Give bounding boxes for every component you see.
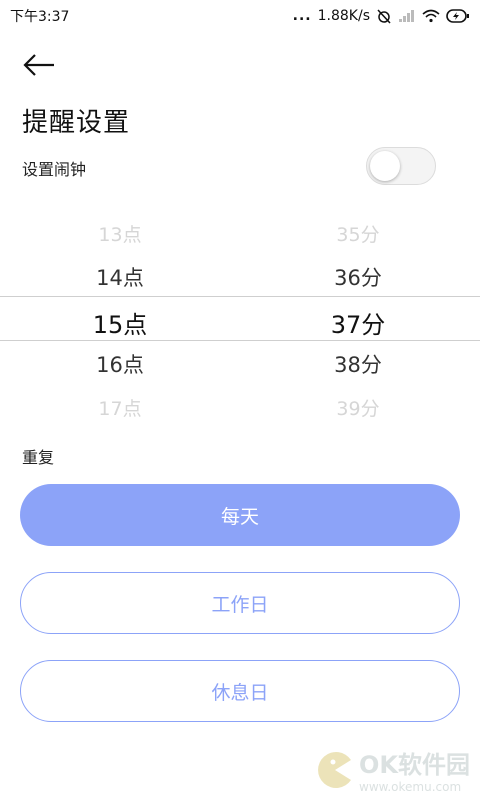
alarm-toggle[interactable]: [366, 147, 436, 185]
wifi-icon: [422, 9, 440, 23]
status-time: 下午3:37: [10, 9, 70, 25]
minute-item[interactable]: 39分: [258, 394, 458, 421]
alarm-label: 设置闹钟: [22, 160, 87, 179]
status-dots: ...: [292, 8, 312, 24]
repeat-option-weekends[interactable]: 休息日: [20, 660, 460, 722]
time-picker[interactable]: 13点 14点 15点 16点 17点 35分 36分 37分 38分 39分: [0, 212, 480, 426]
back-button[interactable]: [22, 48, 62, 82]
hour-item[interactable]: 14点: [20, 262, 220, 292]
watermark: OK软件园 www.okemu.com: [315, 745, 470, 794]
minute-item[interactable]: 36分: [258, 262, 458, 292]
repeat-option-daily[interactable]: 每天: [20, 484, 460, 546]
alarm-off-icon: [377, 9, 391, 24]
status-indicators: ... 1.88K/s: [293, 8, 470, 24]
network-speed: 1.88K/s: [317, 8, 370, 24]
arrow-left-icon: [23, 54, 54, 76]
minute-item-selected[interactable]: 37分: [258, 305, 458, 340]
hour-item[interactable]: 13点: [20, 220, 220, 247]
minute-wheel[interactable]: 35分 36分 37分 38分 39分: [258, 212, 458, 426]
watermark-url: www.okemu.com: [359, 780, 462, 794]
hour-item-selected[interactable]: 15点: [20, 305, 220, 340]
minute-item[interactable]: 35分: [258, 220, 458, 247]
watermark-brand: OK软件园: [359, 751, 470, 779]
hour-wheel[interactable]: 13点 14点 15点 16点 17点: [20, 212, 220, 426]
toggle-knob: [370, 151, 400, 181]
minute-item[interactable]: 38分: [258, 349, 458, 379]
repeat-option-workdays[interactable]: 工作日: [20, 572, 460, 634]
page-title: 提醒设置: [22, 108, 131, 138]
hour-item[interactable]: 16点: [20, 349, 220, 379]
signal-icon: [399, 10, 414, 22]
hour-item[interactable]: 17点: [20, 394, 220, 421]
battery-charging-icon: [446, 9, 469, 23]
status-bar: 下午3:37 ... 1.88K/s: [0, 0, 480, 32]
pacman-logo-icon: [318, 751, 351, 788]
repeat-label: 重复: [22, 448, 55, 467]
